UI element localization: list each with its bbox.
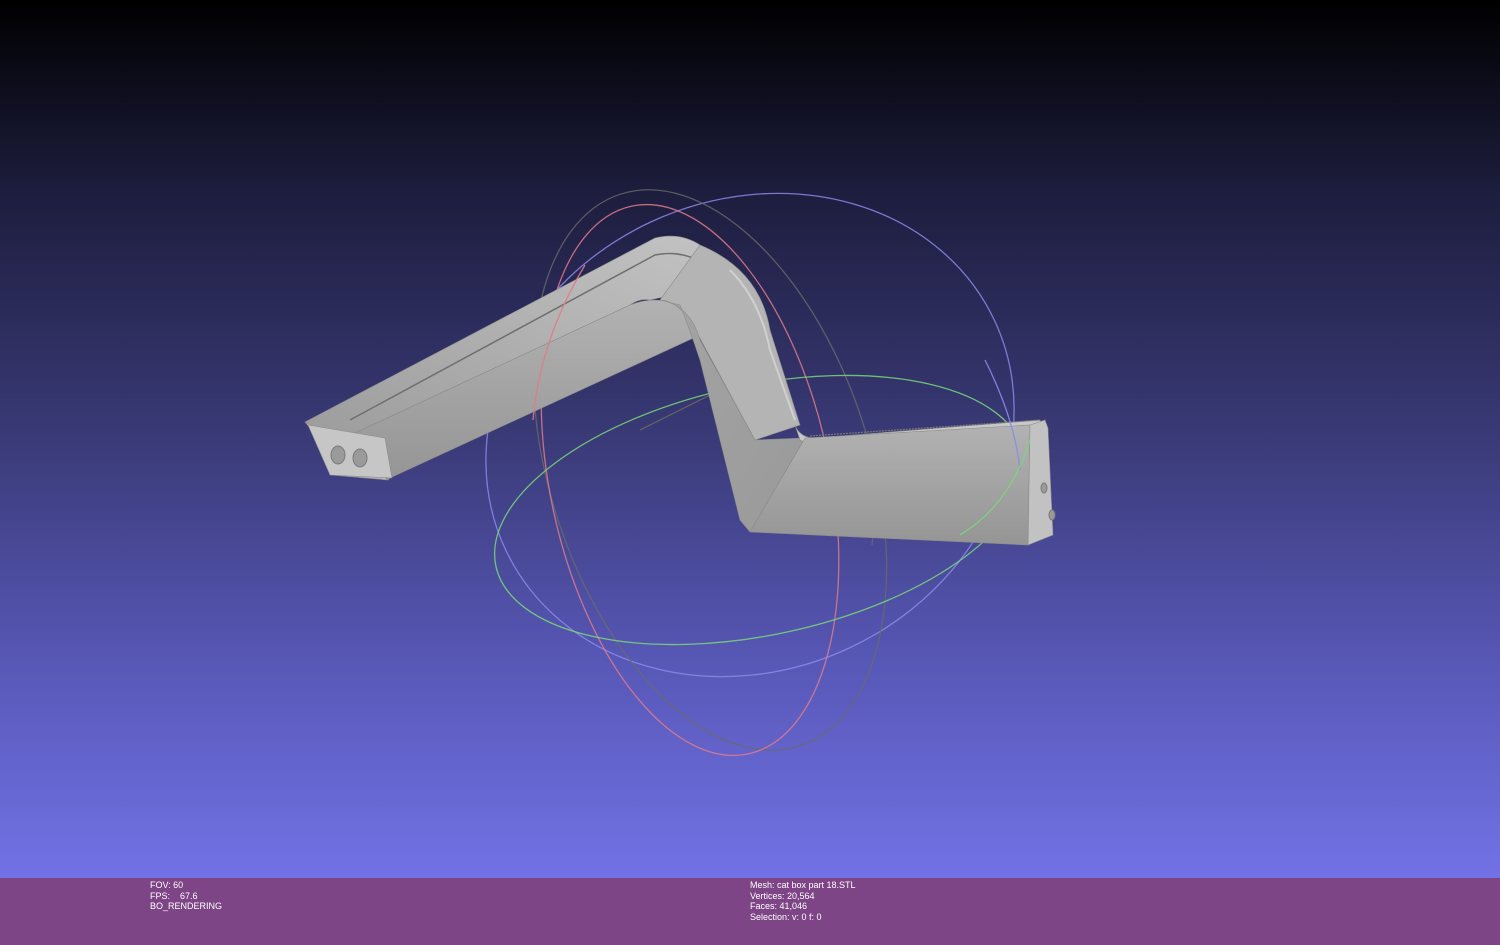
3d-viewport[interactable] [0, 0, 1500, 878]
status-bar: FOV: 60 FPS: 67.6 BO_RENDERING Mesh: cat… [0, 878, 1500, 945]
render-mode: BO_RENDERING [150, 901, 223, 911]
fov-readout: FOV: 60 [150, 880, 184, 890]
mesh-name: Mesh: cat box part 18.STL [750, 880, 856, 890]
mount-hole-3 [1040, 482, 1048, 494]
fps-readout: FPS: 67.6 [150, 890, 198, 901]
mesh-model[interactable] [304, 235, 1056, 546]
mount-hole-2 [352, 448, 368, 468]
mesh-info: Mesh: cat box part 18.STL Vertices: 20,5… [750, 880, 856, 922]
face-count: Faces: 41,046 [750, 901, 808, 911]
selection-info: Selection: v: 0 f: 0 [750, 911, 822, 922]
mount-hole-1 [330, 445, 346, 465]
scene-canvas[interactable] [0, 0, 1500, 878]
render-info: FOV: 60 FPS: 67.6 BO_RENDERING [150, 880, 222, 912]
mount-hole-4 [1048, 509, 1056, 521]
vertex-count: Vertices: 20,564 [750, 890, 815, 901]
block-end-face [1027, 419, 1054, 546]
